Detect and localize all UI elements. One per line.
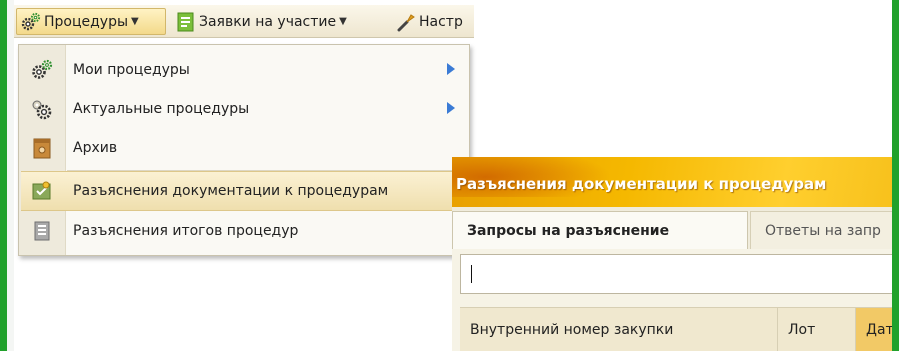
menubar: Процедуры ▼ Заявки на участие ▼ Настр [14,5,474,38]
menu-item-current-procedures[interactable]: Актуальные процедуры [21,90,467,128]
menu-applications-label: Заявки на участие [199,13,337,30]
window-title-bar: Разъяснения документации к процедурам [452,157,892,212]
menu-item-label: Актуальные процедуры [73,101,250,117]
column-header-date[interactable]: Дат [856,308,892,351]
chevron-down-icon: ▼ [131,16,139,27]
background-strip [7,0,14,351]
menu-settings[interactable]: Настр [396,8,463,35]
column-header-internal-number[interactable]: Внутренний номер закупки [460,308,778,351]
menu-item-doc-clarifications[interactable]: Разъяснения документации к процедурам [21,171,467,211]
menu-item-label: Разъяснения документации к процедурам [73,183,389,199]
menu-procedures-label: Процедуры [44,13,129,30]
procedures-dropdown: Мои процедуры Актуальные процедуры Архив [18,44,470,256]
chevron-down-icon: ▼ [339,16,347,27]
menu-item-label: Архив [73,140,118,156]
menu-item-archive[interactable]: Архив [21,129,467,167]
menu-item-results-clarifications[interactable]: Разъяснения итогов процедур [21,212,467,250]
clarification-doc-icon [21,180,63,202]
column-header-lot[interactable]: Лот [778,308,856,351]
text-cursor [471,265,472,283]
window-title: Разъяснения документации к процедурам [456,175,827,193]
gears-icon [21,12,41,32]
menu-applications[interactable]: Заявки на участие ▼ [176,8,347,35]
table-header: Внутренний номер закупки Лот Дат [460,307,892,351]
menu-settings-label: Настр [419,13,463,30]
submenu-arrow-icon [447,102,455,114]
search-input[interactable] [460,254,892,294]
gear-check-icon [21,98,63,120]
results-doc-icon [21,220,63,242]
tab-bar: Запросы на разъяснение Ответы на запр [452,207,892,249]
menu-procedures[interactable]: Процедуры ▼ [16,8,166,35]
submenu-arrow-icon [447,63,455,75]
menu-item-label: Мои процедуры [73,62,190,78]
menu-item-label: Разъяснения итогов процедур [73,223,299,239]
menu-item-my-procedures[interactable]: Мои процедуры [21,51,467,89]
gears-icon [21,59,63,81]
window-frame-right [892,0,899,351]
wrench-icon [396,12,416,32]
tab-clarification-answers[interactable]: Ответы на запр [750,211,892,249]
archive-box-icon [21,137,63,159]
applications-doc-icon [176,12,196,32]
clarifications-window: Разъяснения документации к процедурам За… [452,157,892,351]
window-frame-left [0,0,7,351]
tab-clarification-requests[interactable]: Запросы на разъяснение [452,211,748,249]
